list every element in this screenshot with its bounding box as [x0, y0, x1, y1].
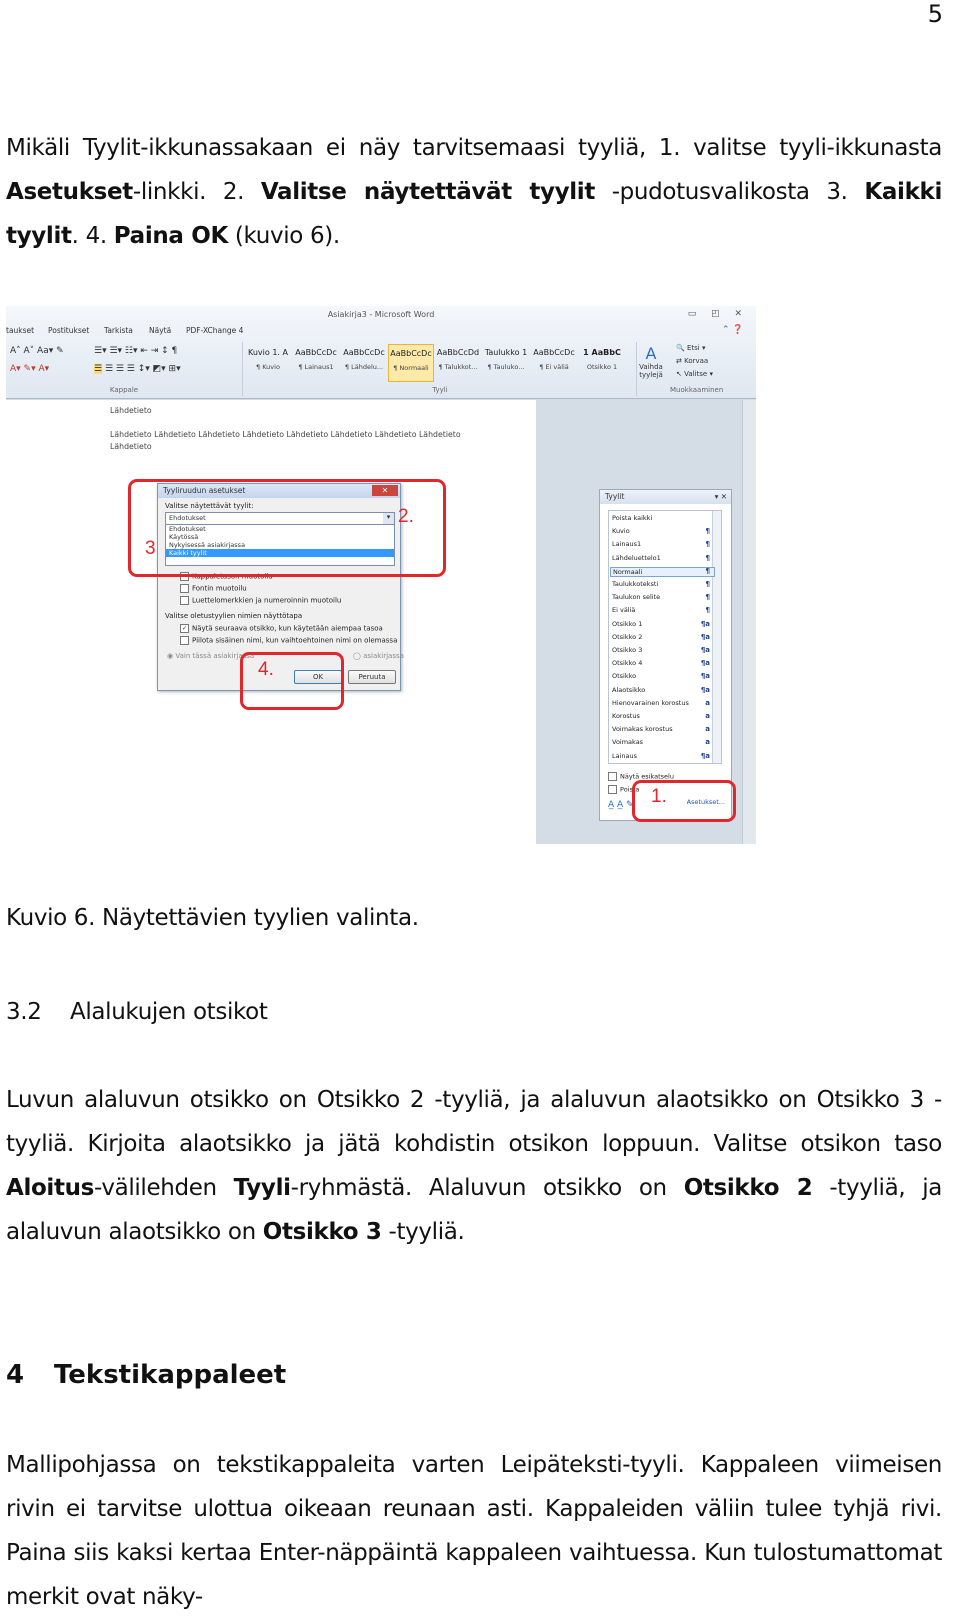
annotation-ring-settings	[632, 780, 736, 822]
style-list-item[interactable]: Poista kaikki	[612, 514, 652, 522]
style-gallery-item[interactable]: Taulukko 1 ¶ Taulukо...	[484, 344, 528, 380]
style-type-icon: a	[705, 698, 710, 707]
style-list-item[interactable]: Otsikko 1	[612, 620, 642, 628]
styles-list: Poista kaikki Kuvio ¶ Lainaus1 ¶ Lähdeluettel…	[608, 510, 722, 764]
ribbon-tabs: taukset Postitukset Tarkista Näytä PDF-X…	[6, 325, 756, 340]
style-type-icon: a	[705, 712, 710, 720]
style-gallery-item[interactable]: AaBbCcDc ¶ Ei väliä	[532, 344, 576, 380]
option-list[interactable]: Luettelomerkkien ja numeroinnin muotoilu	[180, 596, 341, 605]
body-paragraph: Luvun alaluvun otsikko on Otsikko 2 -tyy…	[6, 1087, 942, 1245]
tab[interactable]: Tarkista	[104, 326, 133, 335]
change-styles-button[interactable]: A Vaihda tyylejä	[638, 344, 664, 379]
style-list-item[interactable]: Taulukkoteksti	[612, 580, 658, 588]
list-icons[interactable]: ☰▾ ☰▾ ☷▾ ⇤ ⇥ ↕ ¶	[94, 346, 177, 356]
close-icon[interactable]: ▾ ✕	[715, 490, 727, 504]
annotation-ring-dropdown	[128, 479, 446, 577]
group-label: Kappale	[109, 386, 139, 394]
style-type-icon: ¶a	[700, 646, 710, 654]
font-size-icons[interactable]: A˄ A˅ Aa▾ ✎	[10, 346, 64, 356]
word-screenshot-figure: Asiakirja3 - Microsoft Word ▭ ◰ ✕ taukse…	[6, 306, 756, 844]
style-type-icon: ¶	[705, 580, 710, 588]
annotation-ring-ok	[240, 652, 344, 710]
tab[interactable]: taukset	[6, 326, 34, 335]
find-button[interactable]: 🔍 Etsi ▾	[676, 344, 705, 352]
style-type-icon: ¶	[705, 566, 710, 575]
style-list-item[interactable]: Otsikko 4	[612, 659, 642, 667]
align-icons[interactable]: ☰ ☰ ☰ ☰ ↕▾ ◩▾ ⊞▾	[94, 364, 181, 374]
annotation-number: 3	[145, 538, 156, 559]
style-list-item[interactable]: Ei väliä	[612, 606, 635, 614]
style-type-icon: ¶	[705, 606, 710, 615]
page-number: 5	[927, 0, 943, 28]
style-list-item[interactable]: Taulukon selite	[612, 593, 660, 601]
style-list-item[interactable]: Hienovarainen korostus	[612, 699, 689, 707]
style-list-item[interactable]: Otsikko 3	[612, 646, 642, 654]
style-list-item[interactable]: Lainaus1	[612, 540, 641, 548]
style-gallery-item[interactable]: Kuvio 1. A ¶ Kuvio	[246, 344, 290, 380]
doc-text: Lähdetieto	[110, 406, 152, 415]
annotation-number: 4.	[258, 659, 274, 680]
font-color-icons[interactable]: A▾ ✎▾ A▾	[10, 364, 49, 374]
cancel-button[interactable]: Peruuta	[348, 670, 396, 684]
style-gallery-item[interactable]: AaBbCcDc ¶ Lähdelu...	[342, 344, 386, 380]
style-type-icon: ¶a	[700, 672, 710, 681]
style-gallery-item-selected[interactable]: AaBbCcDc ¶ Normaali	[388, 344, 434, 382]
help-icon[interactable]: ⌃ ❓	[722, 325, 744, 335]
option-font[interactable]: Fontin muotoilu	[180, 584, 247, 593]
pane-action-icons[interactable]: A̲ A̲ ✎	[608, 800, 634, 810]
pane-scrollbar[interactable]	[712, 511, 721, 763]
annotation-number: 1.	[651, 786, 667, 807]
tab[interactable]: Näytä	[149, 326, 171, 335]
style-type-icon: a	[705, 738, 710, 747]
ribbon: Asiakirja3 - Microsoft Word ▭ ◰ ✕ taukse…	[6, 306, 756, 399]
select-button[interactable]: ↖ Valitse ▾	[676, 370, 713, 378]
style-type-icon: a	[705, 725, 710, 734]
body-paragraph: Mallipohjassa on tekstikappaleita varten…	[6, 1452, 942, 1610]
style-type-icon: ¶a	[700, 685, 710, 694]
style-list-item[interactable]: Lainaus	[612, 752, 637, 760]
tab[interactable]: PDF-XChange 4	[186, 326, 243, 335]
vertical-scrollbar[interactable]	[742, 400, 756, 844]
group-label: Tyyli	[432, 386, 448, 394]
style-type-icon: ¶	[705, 540, 710, 549]
style-type-icon: ¶a	[700, 619, 710, 628]
style-type-icon: ¶	[705, 593, 710, 602]
doc-text: Lähdetieto Lähdetieto Lähdetieto Lähdeti…	[110, 430, 461, 439]
style-list-item[interactable]: Otsikko 2	[612, 633, 642, 641]
style-type-icon: ¶	[705, 527, 710, 536]
style-type-icon: ¶a	[700, 632, 710, 641]
style-list-item[interactable]: Otsikko	[612, 672, 636, 680]
names-label: Valitse oletustyylien nimien näyttötapa	[165, 612, 303, 620]
styles-pane: Tyylit ▾ ✕ Poista kaikki Kuvio ¶ Lainaus1 ¶ Lä…	[599, 489, 732, 821]
window-title: Asiakirja3 - Microsoft Word	[327, 310, 435, 319]
style-list-item[interactable]: Normaali	[610, 566, 715, 577]
pane-title: Tyylit ▾ ✕	[600, 490, 731, 504]
option-hide-builtin[interactable]: Piilota sisäinen nimi, kun vaihtoehtoine…	[180, 636, 397, 645]
window-controls[interactable]: ▭ ◰ ✕	[688, 309, 748, 319]
style-type-icon: ¶a	[700, 659, 710, 668]
style-list-item[interactable]: Lähdeluettelo1	[612, 554, 661, 562]
style-list-item[interactable]: Korostus	[612, 712, 640, 720]
replace-button[interactable]: ⇄ Korvaa	[676, 357, 708, 365]
paragraph-group: A˄ A˅ Aa▾ ✎ A▾ ✎▾ A▾ ☰▾ ☰▾ ☷▾ ⇤ ⇥ ↕ ¶ ☰ …	[6, 342, 243, 396]
option-show-next[interactable]: ✓ Näytä seuraava otsikko, kun käytetään a…	[180, 624, 383, 633]
style-gallery-item[interactable]: AaBbCcDd ¶ Talukkot...	[436, 344, 480, 380]
style-list-item[interactable]: Kuvio	[612, 527, 630, 535]
radio-new-doc[interactable]: ◯ asiakirjassa	[353, 652, 404, 660]
section-heading-3-2: 3.2 Alalukujen otsikot	[6, 999, 268, 1025]
section-heading-4: 4 Tekstikappaleet	[6, 1360, 287, 1390]
group-label: Muokkaaminen	[670, 386, 724, 394]
doc-text: Lähdetieto	[110, 442, 152, 451]
style-gallery-item[interactable]: AaBbCcDc ¶ Lainaus1	[294, 344, 338, 380]
figure-caption: Kuvio 6. Näytettävien tyylien valinta.	[6, 905, 419, 931]
style-gallery-item[interactable]: 1 AaBbC Otsikko 1	[580, 344, 624, 380]
style-type-icon: ¶a	[700, 751, 710, 760]
style-list-item[interactable]: Alaotsikko	[612, 686, 645, 694]
annotation-number: 2.	[398, 506, 414, 527]
tab[interactable]: Postitukset	[48, 326, 89, 335]
style-type-icon: ¶	[705, 553, 710, 562]
style-list-item[interactable]: Voimakas	[612, 738, 643, 746]
style-list-item[interactable]: Voimakas korostus	[612, 725, 673, 733]
intro-paragraph: Mikäli Tyylit-ikkunassakaan ei näy tarvi…	[6, 135, 942, 249]
